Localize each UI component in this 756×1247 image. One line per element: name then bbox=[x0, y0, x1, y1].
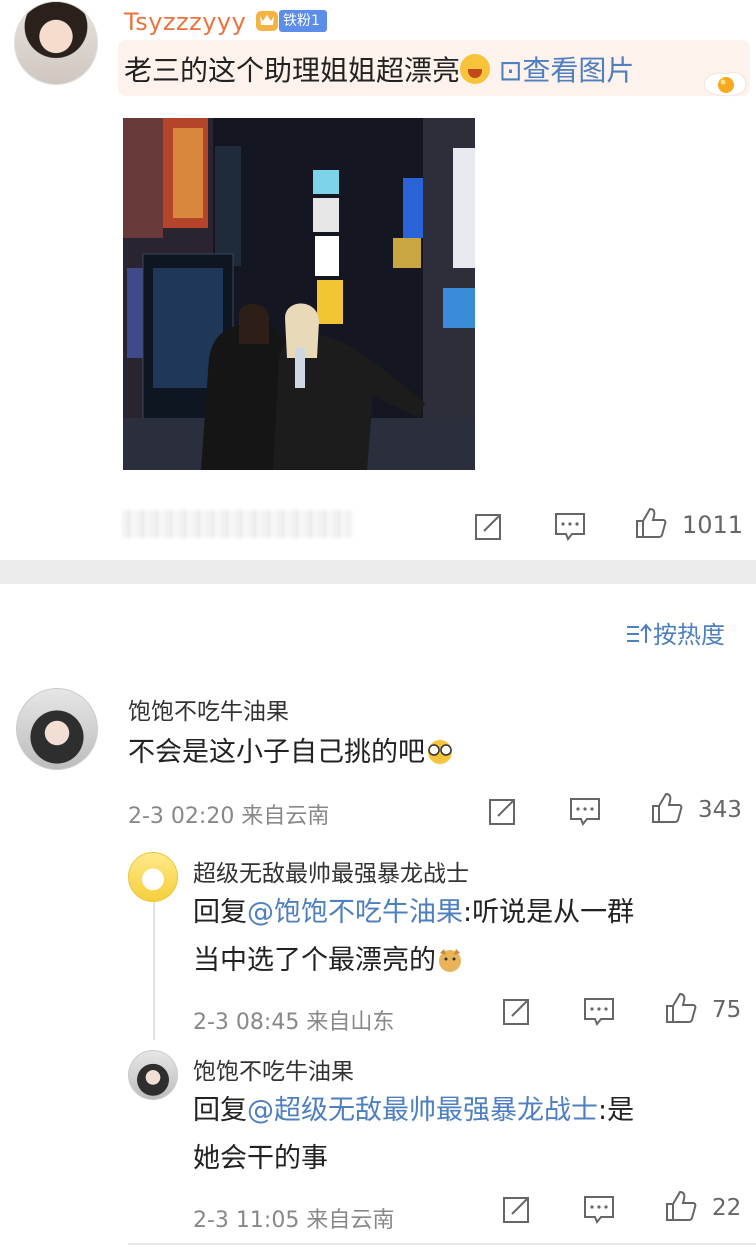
comment-icon[interactable] bbox=[582, 994, 616, 1028]
reply-text-content: :是 bbox=[598, 1095, 635, 1126]
mention-link[interactable]: @饱饱不吃牛油果 bbox=[247, 897, 463, 928]
reply-username[interactable]: 超级无敌最帅最强暴龙战士 bbox=[193, 854, 469, 888]
sort-label: 按热度 bbox=[653, 621, 725, 649]
share-icon[interactable] bbox=[486, 794, 520, 828]
glasses-emoji-icon bbox=[428, 740, 452, 764]
section-divider bbox=[0, 560, 756, 584]
reply-text-line2: 她会干的事 bbox=[193, 1134, 328, 1184]
comment-icon[interactable] bbox=[568, 794, 602, 828]
reply-text-line1: 回复@超级无敌最帅最强暴龙战士:是 bbox=[193, 1086, 634, 1136]
share-icon[interactable] bbox=[472, 509, 506, 543]
avatar[interactable] bbox=[128, 852, 178, 902]
comment-icon[interactable] bbox=[553, 509, 587, 543]
reply-text-line1: 回复@饱饱不吃牛油果:听说是从一群 bbox=[193, 888, 634, 938]
like-count: 75 bbox=[712, 997, 742, 1023]
reply-prefix: 回复 bbox=[193, 1095, 247, 1126]
reply-text-content: 她会干的事 bbox=[193, 1143, 328, 1174]
doge-emoji-icon bbox=[439, 949, 461, 972]
post-text: 老三的这个助理姐姐超漂亮 ⊡查看图片 bbox=[124, 49, 634, 89]
mention-link[interactable]: @超级无敌最帅最强暴龙战士 bbox=[247, 1095, 598, 1126]
reply-prefix: 回复 bbox=[193, 897, 247, 928]
share-icon[interactable] bbox=[500, 994, 534, 1028]
like-icon[interactable] bbox=[664, 1189, 698, 1223]
reply-text-line2: 当中选了个最漂亮的 bbox=[193, 936, 464, 986]
like-count: 1011 bbox=[682, 511, 744, 539]
thread-line bbox=[153, 900, 155, 1040]
reply-text-content: 当中选了个最漂亮的 bbox=[193, 945, 436, 976]
bottom-divider bbox=[128, 1243, 756, 1245]
comment-text: 不会是这小子自己挑的吧 bbox=[128, 728, 455, 778]
like-count: 343 bbox=[698, 797, 742, 823]
avatar[interactable] bbox=[128, 1050, 178, 1100]
view-picture-link[interactable]: ⊡查看图片 bbox=[499, 54, 634, 87]
reply-meta: 2-3 11:05 来自云南 bbox=[193, 1208, 395, 1233]
reply-meta: 2-3 08:45 来自山东 bbox=[193, 1010, 395, 1035]
reply-text-content: :听说是从一群 bbox=[463, 897, 635, 928]
share-icon[interactable] bbox=[500, 1192, 534, 1226]
fan-badge: 铁粉1 bbox=[279, 10, 327, 32]
post-text-content: 老三的这个助理姐姐超漂亮 bbox=[124, 54, 461, 87]
crown-icon bbox=[256, 11, 278, 31]
like-count: 22 bbox=[712, 1195, 742, 1221]
reply-username[interactable]: 饱饱不吃牛油果 bbox=[193, 1052, 354, 1086]
comment-text-content: 不会是这小子自己挑的吧 bbox=[128, 737, 425, 768]
avatar[interactable] bbox=[14, 1, 98, 85]
shout-emoji-icon bbox=[460, 54, 491, 84]
post-username[interactable]: Tsyzzzyyy bbox=[124, 8, 246, 36]
sort-icon bbox=[627, 623, 652, 643]
comment-username[interactable]: 饱饱不吃牛油果 bbox=[128, 692, 289, 726]
comment-meta: 2-3 02:20 来自云南 bbox=[128, 804, 330, 829]
post-photo[interactable] bbox=[123, 118, 475, 470]
like-icon[interactable] bbox=[634, 506, 668, 540]
like-icon[interactable] bbox=[664, 991, 698, 1025]
egg-icon bbox=[704, 72, 747, 97]
comment-icon[interactable] bbox=[582, 1192, 616, 1226]
sort-button[interactable]: 按热度 bbox=[625, 615, 725, 650]
like-icon[interactable] bbox=[650, 791, 684, 825]
avatar[interactable] bbox=[16, 688, 98, 770]
blurred-watermark bbox=[122, 510, 352, 538]
